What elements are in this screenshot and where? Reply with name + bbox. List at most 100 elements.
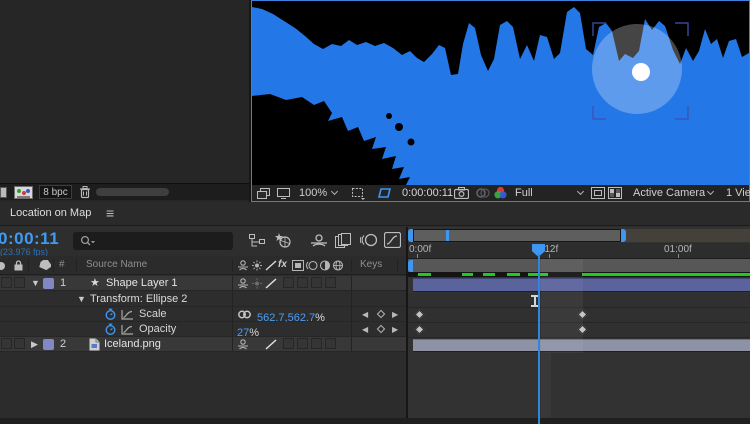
property-label[interactable]: Opacity <box>139 323 176 335</box>
current-time-indicator[interactable] <box>532 244 546 424</box>
grid-guides-options-icon[interactable] <box>351 187 366 200</box>
graph-editor-icon[interactable] <box>384 232 401 248</box>
motion-blur-switch-cell[interactable] <box>311 277 322 288</box>
shy-column-icon[interactable] <box>237 260 249 271</box>
fx-switch-cell[interactable] <box>283 277 294 288</box>
effects-column-icon[interactable]: fx <box>278 259 287 270</box>
property-row-opacity[interactable]: Opacity 27% ◀ ▶ <box>0 322 406 337</box>
stopwatch-icon[interactable] <box>104 308 117 321</box>
monitor-icon[interactable] <box>277 188 290 199</box>
region-of-interest-icon[interactable] <box>591 187 605 199</box>
show-channel-icon[interactable] <box>493 186 508 200</box>
mask-shape-visibility-icon[interactable] <box>376 187 393 199</box>
3d-switch-cell[interactable] <box>325 338 336 349</box>
magnification-value[interactable]: 100% <box>299 187 327 199</box>
constrain-proportions-icon[interactable] <box>237 310 252 319</box>
draft-3d-icon[interactable] <box>274 232 292 249</box>
playhead-line[interactable] <box>538 254 540 424</box>
quality-switch-icon[interactable] <box>265 339 277 350</box>
camera-view-chevron-icon[interactable] <box>707 188 714 195</box>
quality-column-icon[interactable] <box>265 260 277 271</box>
disclosure-triangle[interactable]: ▼ <box>77 294 86 304</box>
timeline-tab[interactable]: Location on Map <box>10 207 91 219</box>
video-switch-cell[interactable] <box>1 277 12 288</box>
camera-view-value[interactable]: Active Camera <box>633 187 705 199</box>
layer-row-shape-layer-1[interactable]: ▼ 1 ★ Shape Layer 1 <box>0 276 406 291</box>
property-row-scale[interactable]: Scale 562.7,562.7% ◀ ▶ <box>0 307 406 322</box>
property-group-row-transform[interactable]: ▼ Transform: Ellipse 2 <box>0 292 406 307</box>
frame-blending-icon[interactable] <box>335 233 351 248</box>
channel-mode-value[interactable]: Full <box>515 187 533 199</box>
view-layout-value[interactable]: 1 Vie <box>726 187 750 199</box>
lock-switch-cell[interactable] <box>14 277 25 288</box>
keys-column-header[interactable]: Keys <box>360 259 382 270</box>
navigator-start-handle[interactable] <box>408 229 413 242</box>
collapse-transform-column-icon[interactable] <box>251 260 263 271</box>
frame-blend-switch-cell[interactable] <box>297 277 308 288</box>
location-dot[interactable] <box>632 63 650 81</box>
time-ruler[interactable]: 0:00f 0:12f 01:00f <box>408 243 750 259</box>
transparency-grid-icon[interactable] <box>608 187 622 199</box>
motion-blur-switch-cell[interactable] <box>311 338 322 349</box>
previous-keyframe-button[interactable]: ◀ <box>362 322 368 337</box>
navigator-bar[interactable] <box>413 229 621 242</box>
motion-blur-icon[interactable] <box>360 233 377 247</box>
shy-switch-icon[interactable] <box>237 339 249 350</box>
video-switch-cell[interactable] <box>1 338 12 349</box>
layer-label-swatch[interactable] <box>43 339 54 350</box>
layer-name[interactable]: Iceland.png <box>104 338 161 350</box>
fx-switch-cell[interactable] <box>283 338 294 349</box>
shy-layers-icon[interactable] <box>310 234 328 247</box>
magnification-chevron-icon[interactable] <box>331 188 338 195</box>
map-islet <box>395 123 403 131</box>
motion-blur-column-icon[interactable] <box>306 260 318 271</box>
number-column-header[interactable]: # <box>59 259 65 270</box>
panel-edge-icon[interactable] <box>0 187 7 198</box>
collapse-transform-switch-icon[interactable] <box>251 278 263 289</box>
property-label[interactable]: Scale <box>139 308 167 320</box>
layer-label-swatch[interactable] <box>43 278 54 289</box>
always-preview-icon[interactable] <box>257 188 270 199</box>
viewer-timecode[interactable]: 0:00:00:11 <box>402 187 453 199</box>
time-navigator[interactable] <box>408 229 750 242</box>
quality-switch-icon[interactable] <box>265 278 277 289</box>
navigator-end-handle[interactable] <box>621 229 626 242</box>
disclosure-triangle[interactable]: ▼ <box>31 278 40 288</box>
source-name-column-header[interactable]: Source Name <box>86 259 147 270</box>
property-group-label[interactable]: Transform: Ellipse 2 <box>90 293 187 305</box>
keyframe-diamond[interactable] <box>415 325 425 335</box>
search-input[interactable] <box>73 232 233 250</box>
adjustment-layer-column-icon[interactable] <box>319 260 331 271</box>
current-time-display[interactable]: 0:00:11 <box>0 229 59 249</box>
channel-chevron-icon[interactable] <box>577 188 584 195</box>
layer-name[interactable]: Shape Layer 1 <box>106 277 178 289</box>
stopwatch-icon[interactable] <box>104 323 117 336</box>
interpret-footage-icon[interactable] <box>14 186 33 199</box>
graph-toggle-icon[interactable] <box>121 309 134 320</box>
next-keyframe-button[interactable]: ▶ <box>392 307 398 322</box>
previous-keyframe-button[interactable]: ◀ <box>362 307 368 322</box>
bit-depth-button[interactable]: 8 bpc <box>39 185 72 199</box>
graph-toggle-icon[interactable] <box>121 324 134 335</box>
trash-icon[interactable] <box>79 186 91 199</box>
composition-canvas[interactable] <box>252 1 749 185</box>
composition-mini-flowchart-icon[interactable] <box>249 234 265 248</box>
3d-switch-cell[interactable] <box>325 277 336 288</box>
project-panel-scrollbar[interactable] <box>96 188 169 196</box>
next-keyframe-button[interactable]: ▶ <box>392 322 398 337</box>
work-area-start-handle[interactable] <box>408 260 413 272</box>
show-snapshot-icon[interactable] <box>476 187 490 199</box>
layer-row-iceland-png[interactable]: ▶ 2 Iceland.png <box>0 337 406 352</box>
timeline-bottom-scrollbar[interactable] <box>0 418 750 424</box>
shy-switch-icon[interactable] <box>237 278 249 289</box>
add-keyframe-button[interactable] <box>377 310 385 318</box>
disclosure-triangle[interactable]: ▶ <box>31 339 38 350</box>
lock-switch-cell[interactable] <box>14 338 25 349</box>
frame-blend-column-icon[interactable] <box>292 260 304 271</box>
panel-menu-icon[interactable]: ≡ <box>106 205 114 221</box>
3d-layer-column-icon[interactable] <box>332 260 344 271</box>
snapshot-camera-icon[interactable] <box>454 187 469 199</box>
add-keyframe-button[interactable] <box>377 325 385 333</box>
frame-blend-switch-cell[interactable] <box>297 338 308 349</box>
keyframe-diamond[interactable] <box>415 310 425 320</box>
